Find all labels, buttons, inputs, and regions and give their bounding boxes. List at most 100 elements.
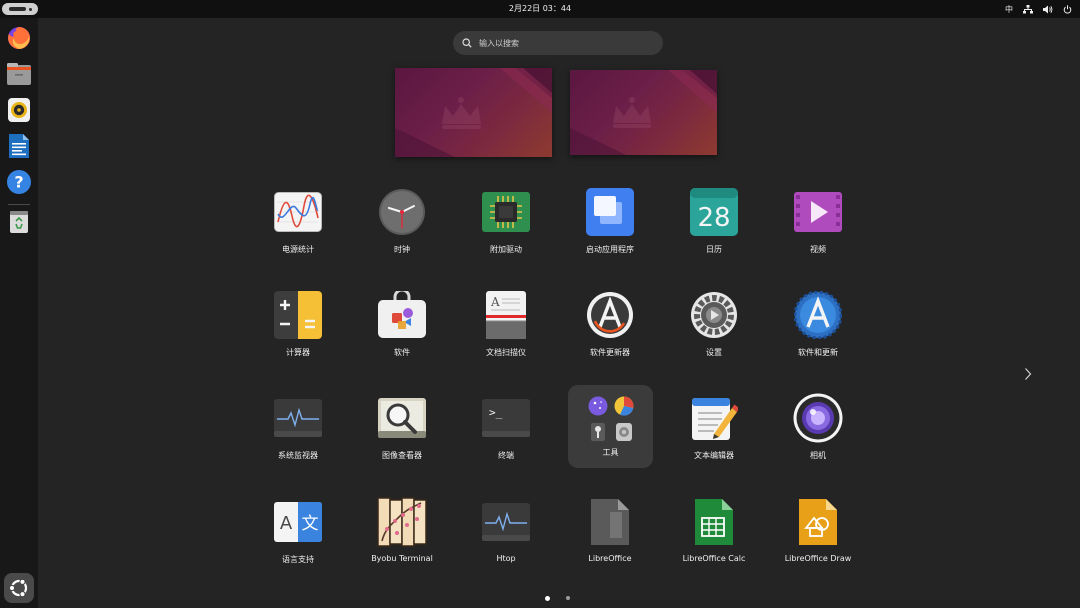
app-power-statistics[interactable]: 电源统计 (250, 179, 346, 265)
image-viewer-icon (377, 393, 427, 443)
app-label: Htop (496, 554, 516, 563)
wallpaper-preview (395, 68, 552, 157)
app-terminal[interactable]: >_ 终端 (458, 385, 554, 471)
byobu-icon (377, 497, 427, 547)
app-camera[interactable]: 相机 (770, 385, 866, 471)
show-apps-button[interactable] (4, 573, 34, 603)
app-label: 相机 (810, 451, 826, 460)
calendar-icon: 28 (689, 187, 739, 237)
system-monitor-icon (273, 393, 323, 443)
search-bar[interactable] (453, 31, 663, 55)
input-method-indicator[interactable]: 中 (1005, 4, 1013, 15)
crown-watermark-icon (613, 97, 651, 128)
cjk-glyph: 文 (302, 514, 319, 534)
app-grid-overview: 2月22日 03：44 中 ? 输入以搜索 电源统计 时钟 附加驱动 启动应用程… (0, 0, 1080, 608)
app-language-support[interactable]: A 文 语言支持 (250, 489, 346, 575)
clock[interactable]: 2月22日 03：44 (509, 4, 571, 13)
app-software-and-updates[interactable]: 软件和更新 (770, 282, 866, 368)
app-image-viewer[interactable]: 图像查看器 (354, 385, 450, 471)
document-scanner-icon: A (481, 290, 531, 340)
chevron-right-icon (1025, 368, 1032, 380)
dock-files[interactable] (5, 60, 33, 88)
app-label: 计算器 (286, 348, 310, 357)
terminal-icon: >_ (481, 393, 531, 443)
app-label: 电源统计 (282, 245, 314, 254)
app-label: 软件 (394, 348, 410, 357)
workspace-thumbnail-2[interactable] (570, 70, 717, 155)
software-updates-icon (793, 290, 843, 340)
workspace-thumbnail-1[interactable] (395, 68, 552, 157)
app-byobu-terminal[interactable]: Byobu Terminal (354, 489, 450, 575)
app-label: 文档扫描仪 (486, 348, 526, 357)
software-updater-icon (585, 290, 635, 340)
chip-icon (481, 187, 531, 237)
app-document-scanner[interactable]: A 文档扫描仪 (458, 282, 554, 368)
app-label: 软件和更新 (798, 348, 838, 357)
dock-firefox[interactable] (5, 24, 33, 52)
trash-icon (10, 211, 28, 233)
app-label: 系统监视器 (278, 451, 318, 460)
page-dot-active[interactable] (545, 595, 550, 601)
dock-libreoffice-writer[interactable] (5, 132, 33, 160)
crown-watermark-icon (442, 97, 481, 129)
app-libreoffice-calc[interactable]: LibreOffice Calc (666, 489, 762, 575)
app-software-updater[interactable]: 软件更新器 (562, 282, 658, 368)
app-label: 工具 (602, 448, 619, 457)
firefox-icon (8, 26, 31, 49)
app-label: 设置 (706, 348, 722, 357)
dock: ? (0, 18, 38, 608)
workspace-indicator-active (9, 7, 26, 11)
app-additional-drivers[interactable]: 附加驱动 (458, 179, 554, 265)
text-editor-icon (689, 393, 739, 443)
app-videos[interactable]: 视频 (770, 179, 866, 265)
app-label: LibreOffice Draw (784, 554, 852, 563)
next-page-button[interactable] (1018, 362, 1038, 386)
language-support-icon: A 文 (273, 497, 323, 547)
dock-rhythmbox[interactable] (5, 96, 33, 124)
power-statistics-icon (273, 187, 323, 237)
app-calendar[interactable]: 28 日历 (666, 179, 762, 265)
app-clock[interactable]: 时钟 (354, 179, 450, 265)
dock-separator (8, 204, 30, 205)
software-icon (377, 290, 427, 340)
app-label: 附加驱动 (490, 245, 522, 254)
page-dot[interactable] (566, 596, 570, 600)
app-htop[interactable]: Htop (458, 489, 554, 575)
rhythmbox-speaker-icon (8, 98, 30, 122)
libreoffice-calc-icon (689, 497, 739, 547)
app-label: 软件更新器 (590, 348, 630, 357)
calendar-day: 28 (697, 203, 730, 233)
app-calculator[interactable]: 计算器 (250, 282, 346, 368)
startup-apps-icon (585, 187, 635, 237)
app-settings[interactable]: 设置 (666, 282, 762, 368)
workspace-indicator-inactive (29, 7, 32, 11)
app-text-editor[interactable]: 文本编辑器 (666, 385, 762, 471)
page-indicator (540, 594, 580, 602)
app-label: 文本编辑器 (694, 451, 734, 460)
video-icon (793, 187, 843, 237)
network-icon (1023, 4, 1033, 14)
app-libreoffice[interactable]: LibreOffice (562, 489, 658, 575)
app-label: 时钟 (394, 245, 410, 254)
system-tray[interactable]: 中 (1005, 0, 1072, 18)
utilities-folder-icon (586, 393, 636, 443)
app-software[interactable]: 软件 (354, 282, 450, 368)
svg-text:?: ? (14, 173, 23, 192)
dock-trash[interactable] (5, 208, 33, 236)
libreoffice-writer-icon (9, 134, 29, 158)
volume-icon (1043, 5, 1053, 14)
svg-text:A: A (490, 295, 500, 309)
app-system-monitor[interactable]: 系统监视器 (250, 385, 346, 471)
app-label: Byobu Terminal (371, 554, 433, 563)
app-folder-utilities[interactable]: 工具 (568, 385, 653, 468)
wallpaper-preview (570, 70, 717, 155)
app-startup-applications[interactable]: 启动应用程序 (562, 179, 658, 265)
app-libreoffice-draw[interactable]: LibreOffice Draw (770, 489, 866, 575)
latin-glyph: A (280, 513, 293, 534)
settings-gear-icon (689, 290, 739, 340)
search-input[interactable] (479, 38, 649, 48)
app-label: LibreOffice (588, 554, 632, 563)
activities-button[interactable] (2, 3, 38, 15)
dock-help[interactable]: ? (5, 168, 33, 196)
app-label: 启动应用程序 (586, 245, 634, 254)
